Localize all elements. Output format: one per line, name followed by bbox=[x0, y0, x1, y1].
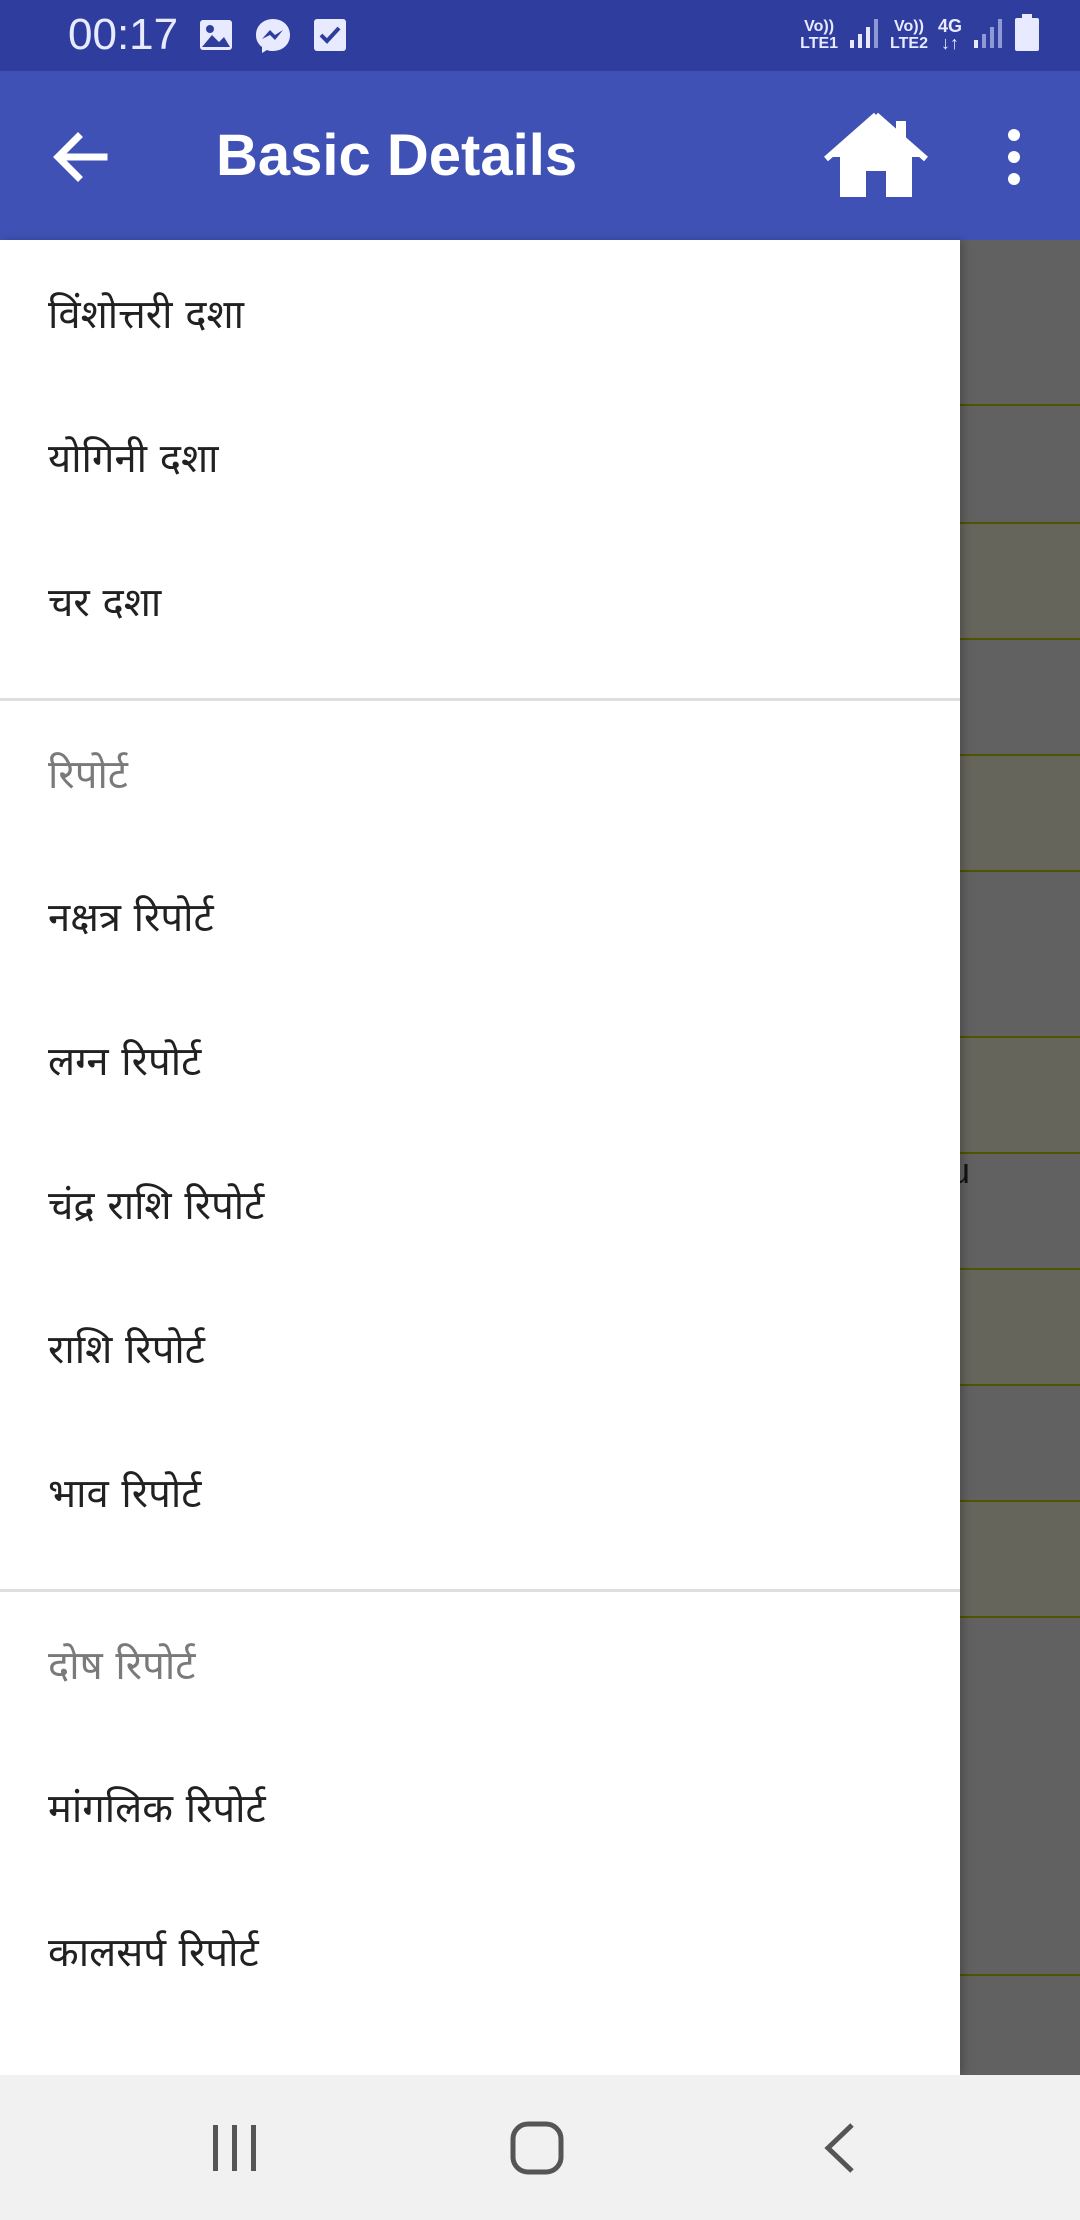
checkbox-icon bbox=[312, 17, 348, 57]
drawer-section-header-report: रिपोर्ट bbox=[48, 752, 128, 798]
navigation-drawer: विंशोत्तरी दशा योगिनी दशा चर दशा रिपोर्ट… bbox=[0, 240, 960, 2075]
drawer-item-kaalsarp-report[interactable]: कालसर्प रिपोर्ट bbox=[48, 1928, 259, 1978]
status-time: 00:17 bbox=[68, 10, 179, 59]
back-arrow-icon bbox=[40, 132, 120, 201]
sim2-label: Vo)) LTE2 bbox=[890, 18, 928, 52]
system-back-button[interactable] bbox=[800, 2115, 880, 2181]
drawer-section-header-dosh-report: दोष रिपोर्ट bbox=[48, 1643, 196, 1689]
battery-icon bbox=[1014, 14, 1040, 56]
home-button[interactable] bbox=[824, 111, 928, 201]
network-type: 4G ↓↑ bbox=[937, 16, 962, 53]
recents-icon bbox=[195, 2125, 275, 2185]
signal-icon bbox=[848, 16, 880, 54]
more-options-button[interactable] bbox=[996, 127, 1032, 187]
drawer-item-lagna-report[interactable]: लग्न रिपोर्ट bbox=[48, 1037, 201, 1087]
system-home-button[interactable] bbox=[497, 2115, 577, 2181]
signal-icon bbox=[972, 16, 1004, 54]
back-button[interactable] bbox=[40, 117, 120, 197]
more-vert-icon bbox=[996, 129, 1032, 191]
drawer-item-char-dasha[interactable]: चर दशा bbox=[48, 578, 161, 628]
messenger-icon bbox=[254, 17, 292, 59]
gallery-icon bbox=[198, 17, 234, 57]
drawer-divider bbox=[0, 1589, 960, 1592]
drawer-divider bbox=[0, 698, 960, 701]
drawer-item-manglik-report[interactable]: मांगलिक रिपोर्ट bbox=[48, 1784, 266, 1834]
status-bar: 00:17 Vo)) LTE1 Vo)) LTE2 4G ↓↑ bbox=[0, 0, 1080, 71]
status-indicators: Vo)) LTE1 Vo)) LTE2 4G ↓↑ bbox=[800, 14, 1040, 56]
back-chevron-icon bbox=[800, 2123, 880, 2185]
app-bar: Basic Details bbox=[0, 71, 1080, 240]
drawer-item-nakshatra-report[interactable]: नक्षत्र रिपोर्ट bbox=[48, 893, 214, 943]
drawer-item-rashi-report[interactable]: राशि रिपोर्ट bbox=[48, 1325, 205, 1375]
recents-button[interactable] bbox=[195, 2115, 275, 2181]
home-circle-icon bbox=[497, 2121, 577, 2185]
sim1-label: Vo)) LTE1 bbox=[800, 18, 839, 52]
drawer-item-chandra-rashi-report[interactable]: चंद्र राशि रिपोर्ट bbox=[48, 1181, 264, 1231]
drawer-item-yogini-dasha[interactable]: योगिनी दशा bbox=[48, 434, 219, 484]
home-icon bbox=[824, 112, 928, 205]
system-navigation-bar bbox=[0, 2075, 1080, 2220]
page-title: Basic Details bbox=[216, 123, 578, 188]
drawer-item-bhav-report[interactable]: भाव रिपोर्ट bbox=[48, 1469, 201, 1519]
drawer-item-vimshottari-dasha[interactable]: विंशोत्तरी दशा bbox=[48, 290, 244, 340]
